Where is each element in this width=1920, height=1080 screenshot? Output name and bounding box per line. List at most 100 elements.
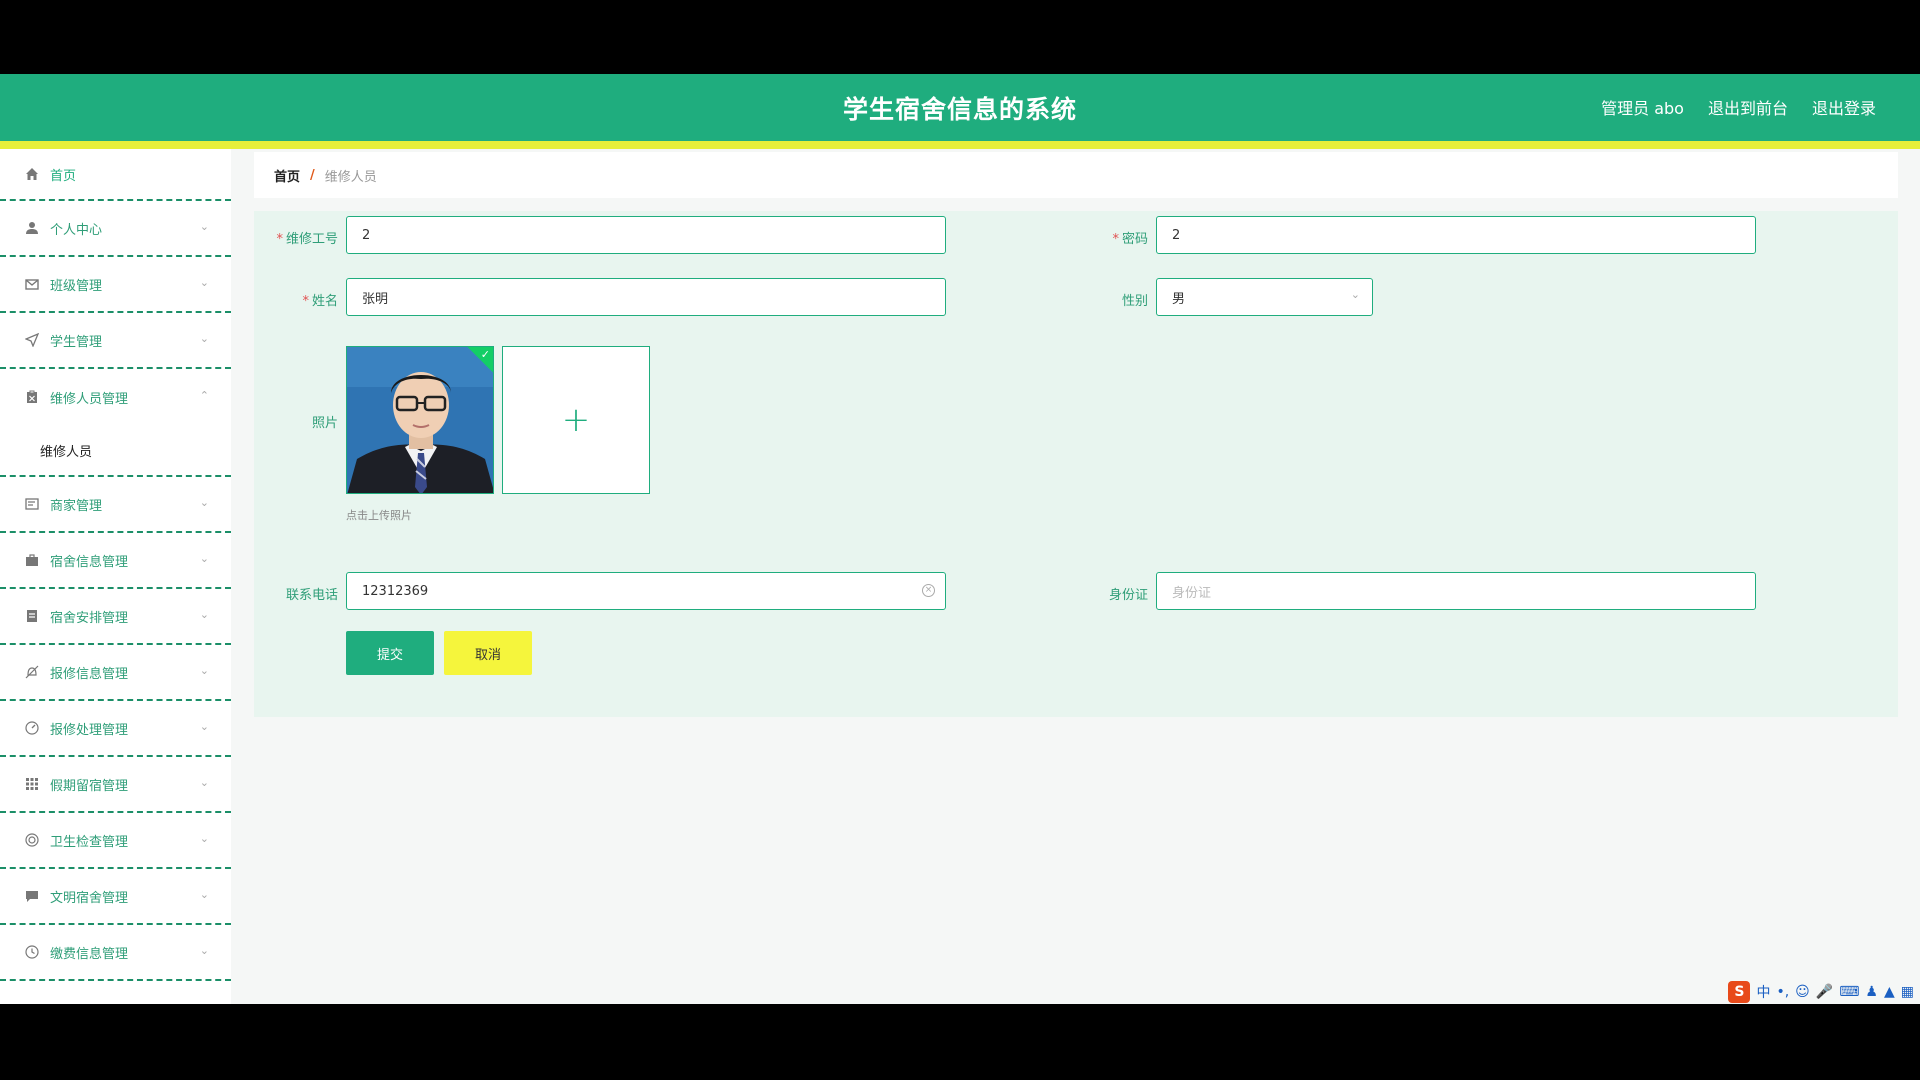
password-label: * 密码: [1112, 232, 1148, 247]
chevron-down-icon: ⌄: [199, 552, 209, 566]
sidebar-item-label: 宿舍安排管理: [50, 610, 129, 626]
ime-language[interactable]: 中: [1756, 982, 1770, 1002]
keyboard-icon[interactable]: ⌨: [1839, 984, 1859, 1000]
chevron-down-icon: ⌄: [199, 496, 209, 510]
cancel-button[interactable]: 取消: [444, 631, 532, 675]
sidebar-subitem-label: 维修人员: [40, 444, 93, 460]
plus-icon: +: [561, 400, 591, 440]
bell-off-icon: [24, 664, 40, 680]
sidebar-item-class-management[interactable]: 班级管理 ⌄: [0, 257, 231, 313]
sidebar-item-holiday-stay-management[interactable]: 假期留宿管理 ⌄: [0, 757, 231, 813]
gender-value: 男: [1172, 291, 1186, 307]
clear-icon[interactable]: ×: [922, 584, 935, 597]
name-label-text: 姓名: [311, 294, 338, 309]
name-value: 张明: [362, 291, 389, 307]
sidebar-item-label: 宿舍信息管理: [50, 554, 129, 570]
sidebar-item-label: 假期留宿管理: [50, 778, 129, 794]
mail-icon: [24, 276, 40, 292]
current-user-label: 管理员 abo: [1601, 99, 1684, 118]
chevron-down-icon: ⌄: [199, 332, 209, 346]
portrait-image: [347, 347, 493, 493]
idcard-input[interactable]: 身份证: [1156, 572, 1756, 610]
user-icon: [24, 220, 40, 236]
grid-icon: [24, 776, 40, 792]
clock-icon: [24, 944, 40, 960]
sidebar-item-label: 商家管理: [50, 498, 103, 514]
password-label-text: 密码: [1121, 232, 1148, 247]
user-tray-icon[interactable]: ♟: [1865, 984, 1878, 1000]
sidebar-item-label: 文明宿舍管理: [50, 890, 129, 906]
gauge-icon: [24, 720, 40, 736]
sidebar-item-merchant-management[interactable]: 商家管理 ⌄: [0, 477, 231, 533]
name-label: * 姓名: [302, 294, 338, 309]
phone-label: 联系电话: [285, 588, 338, 603]
shirt-icon[interactable]: ▲: [1884, 984, 1895, 1000]
uploaded-photo[interactable]: ✓: [346, 346, 494, 494]
sidebar-item-payment-info-management[interactable]: 缴费信息管理 ⌄: [0, 925, 231, 981]
breadcrumb-separator: /: [310, 167, 315, 183]
header-links: 管理员 abo 退出到前台 退出登录: [1601, 95, 1876, 119]
chevron-down-icon: ⌄: [199, 608, 209, 622]
staff-no-input[interactable]: 2: [346, 216, 946, 254]
ime-logo-icon[interactable]: S: [1728, 981, 1751, 1003]
gender-select[interactable]: 男 ⌄: [1156, 278, 1373, 316]
microphone-icon[interactable]: 🎤: [1816, 984, 1833, 1000]
top-header: 学生宿舍信息的系统 管理员 abo 退出到前台 退出登录: [0, 74, 1920, 141]
sidebar-item-label: 维修人员管理: [50, 391, 129, 407]
sidebar-item-repair-handling-management[interactable]: 报修处理管理 ⌄: [0, 701, 231, 757]
clipboard-icon: [24, 389, 40, 405]
breadcrumb-home[interactable]: 首页: [274, 166, 300, 185]
home-icon: [24, 166, 40, 182]
sidebar-item-label: 报修信息管理: [50, 666, 129, 682]
sidebar-subitem-repair-staff[interactable]: 维修人员: [0, 425, 231, 477]
chevron-up-icon: ⌃: [199, 389, 209, 403]
sidebar-item-personal-center[interactable]: 个人中心 ⌄: [0, 201, 231, 257]
check-icon: ✓: [480, 348, 490, 361]
chevron-down-icon: ⌄: [1350, 288, 1360, 301]
sidebar-item-label: 个人中心: [50, 222, 103, 238]
gender-label: 性别: [1121, 294, 1148, 309]
sidebar-item-label: 卫生检查管理: [50, 834, 129, 850]
punctuation-icon[interactable]: •,: [1776, 984, 1789, 1000]
sidebar-item-label: 报修处理管理: [50, 722, 129, 738]
sidebar-item-civilized-dorm-management[interactable]: 文明宿舍管理 ⌄: [0, 869, 231, 925]
breadcrumb: 首页 / 维修人员: [254, 152, 1898, 198]
password-input[interactable]: 2: [1156, 216, 1756, 254]
emoji-icon[interactable]: ☺: [1795, 984, 1810, 1000]
idcard-label: 身份证: [1108, 588, 1148, 603]
sidebar-item-repair-staff-management[interactable]: 维修人员管理 ⌃: [0, 369, 231, 425]
chevron-down-icon: ⌄: [199, 832, 209, 846]
upload-tip: 点击上传照片: [346, 509, 412, 522]
phone-input[interactable]: 12312369 ×: [346, 572, 946, 610]
submit-button[interactable]: 提交: [346, 631, 434, 675]
password-value: 2: [1172, 227, 1181, 243]
phone-value: 12312369: [362, 583, 429, 599]
name-input[interactable]: 张明: [346, 278, 946, 316]
sidebar-item-dorm-info-management[interactable]: 宿舍信息管理 ⌄: [0, 533, 231, 589]
chevron-down-icon: ⌄: [199, 664, 209, 678]
grid-menu-icon[interactable]: ▦: [1901, 984, 1914, 1000]
chevron-down-icon: ⌄: [199, 776, 209, 790]
photo-label: 照片: [311, 416, 338, 431]
sidebar-item-dorm-arrangement-management[interactable]: 宿舍安排管理 ⌄: [0, 589, 231, 645]
chevron-down-icon: ⌄: [199, 888, 209, 902]
sidebar-item-label: 班级管理: [50, 278, 103, 294]
card-icon: [24, 496, 40, 512]
sidebar-item-label: 首页: [50, 168, 77, 184]
sidebar-item-label: 缴费信息管理: [50, 946, 129, 962]
photo-upload-button[interactable]: +: [502, 346, 650, 494]
sidebar-item-student-management[interactable]: 学生管理 ⌄: [0, 313, 231, 369]
chevron-down-icon: ⌄: [199, 276, 209, 290]
staff-no-label: * 维修工号: [276, 232, 338, 247]
sidebar: 首页 个人中心 ⌄ 班级管理 ⌄ 学生管理 ⌄ 维修人员管理 ⌃ 维修人员 商家…: [0, 149, 231, 1004]
exit-to-front-link[interactable]: 退出到前台: [1708, 95, 1788, 119]
sidebar-item-hygiene-check-management[interactable]: 卫生检查管理 ⌄: [0, 813, 231, 869]
sidebar-item-repair-info-management[interactable]: 报修信息管理 ⌄: [0, 645, 231, 701]
idcard-placeholder: 身份证: [1172, 585, 1212, 601]
sidebar-item-home[interactable]: 首页: [0, 149, 231, 201]
logout-link[interactable]: 退出登录: [1812, 95, 1876, 119]
system-tray: S 中 •, ☺ 🎤 ⌨ ♟ ▲ ▦: [1728, 980, 1920, 1004]
breadcrumb-current: 维修人员: [324, 169, 377, 185]
header-accent-stripe: [0, 141, 1920, 149]
chevron-down-icon: ⌄: [199, 720, 209, 734]
